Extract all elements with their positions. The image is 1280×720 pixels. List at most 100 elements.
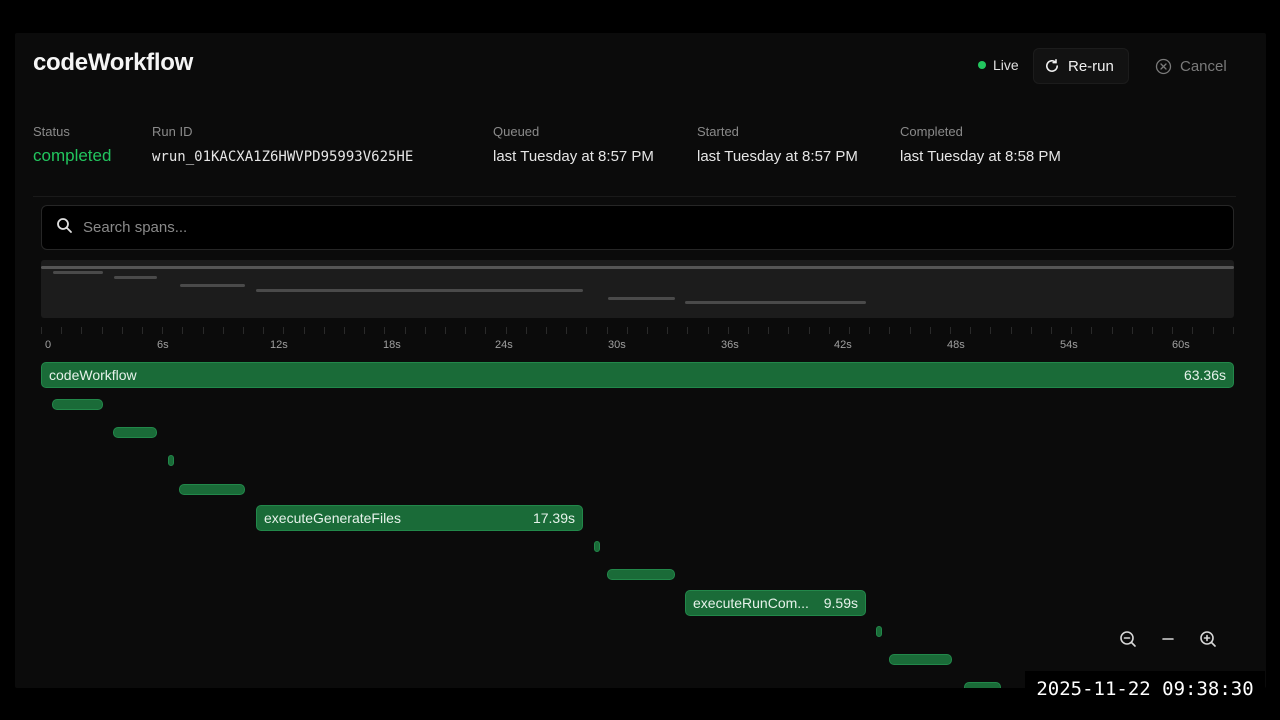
span-bar[interactable] [113, 427, 157, 438]
ruler-tick [707, 327, 709, 334]
ruler-tick [990, 327, 992, 334]
ruler-tick [404, 327, 406, 334]
span-bar[interactable] [168, 455, 174, 466]
ruler-tick [667, 327, 669, 334]
ruler-tick [162, 327, 164, 334]
span-name: executeGenerateFiles [264, 510, 401, 526]
ruler-tick [101, 327, 103, 334]
minimap-root-bar [41, 266, 1234, 269]
ruler-tick [849, 327, 850, 334]
ruler-tick [909, 327, 911, 334]
span-name: codeWorkflow [49, 367, 137, 383]
divider [33, 196, 1236, 197]
queued-label: Queued [493, 124, 540, 139]
span-bar-generate-files[interactable]: executeGenerateFiles 17.39s [256, 505, 583, 531]
ruler-tick [445, 327, 446, 334]
ruler-tick [1111, 327, 1113, 334]
span-bar[interactable] [52, 399, 103, 410]
tick-label: 36s [721, 339, 739, 351]
ruler-tick [889, 327, 891, 334]
completed-label: Completed [900, 124, 963, 139]
tick-label: 30s [608, 339, 626, 351]
status-label: Status [33, 124, 70, 139]
ruler-tick [1071, 327, 1073, 334]
queued-field: Queued last Tuesday at 8:57 PM [493, 124, 654, 165]
ruler-tick [788, 327, 790, 334]
workflow-run-panel: codeWorkflow Live Re-run Cancel Status c… [15, 33, 1266, 688]
tick-label: 0 [45, 339, 52, 351]
ruler-tick [202, 327, 204, 334]
ruler-tick [424, 327, 426, 334]
ruler-tick [525, 327, 527, 334]
span-duration: 63.36s [1183, 367, 1226, 383]
tick-label: 24s [495, 339, 513, 351]
ruler-tick [1212, 327, 1214, 334]
minimap-span-bar [180, 284, 245, 287]
zoom-controls [1108, 621, 1228, 657]
span-duration: 17.39s [532, 510, 575, 526]
timeline-ruler [41, 327, 1234, 335]
ruler-tick [1152, 327, 1153, 334]
tick-label: 12s [270, 339, 288, 351]
ruler-tick [61, 327, 63, 334]
span-duration: 9.59s [823, 595, 858, 611]
ruler-tick [748, 327, 749, 334]
ruler-tick [1010, 327, 1012, 334]
span-bar[interactable] [594, 541, 600, 552]
ruler-tick [1172, 327, 1174, 334]
span-bar[interactable] [179, 484, 245, 495]
cancel-label: Cancel [1180, 57, 1227, 75]
ruler-tick [687, 327, 689, 334]
ruler-tick [626, 327, 628, 334]
minimap-span-bar [685, 301, 866, 304]
started-value: last Tuesday at 8:57 PM [697, 148, 858, 165]
ruler-tick [505, 327, 507, 334]
minus-icon[interactable] [1160, 631, 1176, 647]
started-label: Started [697, 124, 739, 139]
zoom-out-icon[interactable] [1119, 630, 1137, 648]
ruler-tick [485, 327, 487, 334]
ruler-tick [869, 327, 871, 334]
minimap-span-bar [608, 297, 675, 300]
completed-field: Completed last Tuesday at 8:58 PM [900, 124, 1061, 165]
span-bar[interactable] [607, 569, 675, 580]
span-bar[interactable] [876, 626, 882, 637]
span-bar-root[interactable]: codeWorkflow 63.36s [41, 362, 1234, 388]
timestamp-overlay: 2025-11-22 09:38:30 [1025, 671, 1265, 706]
ruler-tick [929, 327, 931, 334]
run-id-field: Run ID wrun_01KACXA1Z6HWVPD95993V625HE [152, 124, 413, 165]
status-badge: completed [33, 146, 112, 165]
ruler-tick [81, 327, 83, 334]
minimap-span-bar [53, 271, 103, 274]
ruler-tick [364, 327, 366, 334]
cancel-button[interactable]: Cancel [1145, 48, 1237, 84]
search-input[interactable] [83, 219, 1183, 236]
rerun-button[interactable]: Re-run [1033, 48, 1129, 84]
close-circle-icon [1155, 58, 1172, 75]
search-bar[interactable] [41, 205, 1234, 250]
ruler-tick [1091, 327, 1093, 334]
ruler-tick [121, 327, 123, 334]
span-bar-run-command[interactable]: executeRunCom... 9.59s [685, 590, 866, 616]
ruler-tick [768, 327, 770, 334]
ruler-tick [303, 327, 305, 334]
tick-label: 42s [834, 339, 852, 351]
ruler-tick [222, 327, 224, 334]
ruler-tick [1030, 327, 1032, 334]
ruler-tick [950, 327, 951, 334]
ruler-tick [808, 327, 810, 334]
tick-label: 60s [1172, 339, 1190, 351]
run-id-value: wrun_01KACXA1Z6HWVPD95993V625HE [152, 149, 414, 165]
zoom-in-icon[interactable] [1199, 630, 1217, 648]
ruler-tick [606, 327, 608, 334]
ruler-tick [727, 327, 729, 334]
span-bar[interactable] [889, 654, 952, 665]
ruler-tick [1051, 327, 1052, 334]
timeline-minimap[interactable] [41, 260, 1234, 318]
ruler-tick [384, 327, 386, 334]
queued-value: last Tuesday at 8:57 PM [493, 148, 654, 165]
tick-label: 18s [383, 339, 401, 351]
live-dot-icon [978, 61, 986, 69]
span-bar[interactable] [964, 682, 1001, 688]
completed-value: last Tuesday at 8:58 PM [900, 148, 1061, 165]
